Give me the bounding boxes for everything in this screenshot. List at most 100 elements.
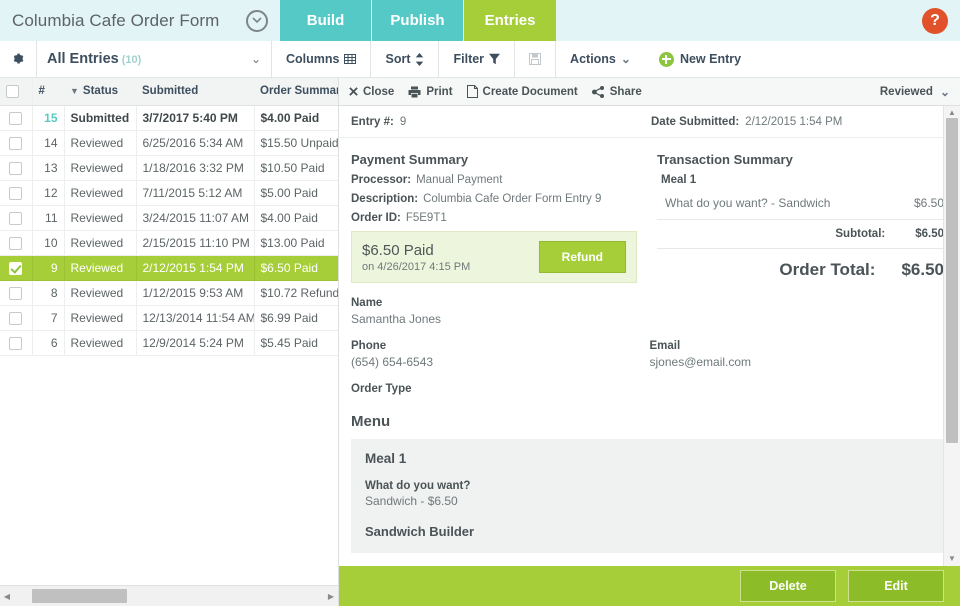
entry-number-field: Entry #: 9 [351,116,651,128]
row-checkbox-cell[interactable] [0,205,32,230]
row-checkbox-cell[interactable] [0,230,32,255]
row-submitted: 3/24/2015 11:07 AM [136,205,254,230]
refund-button[interactable]: Refund [539,241,626,273]
close-button[interactable]: Close [349,86,394,98]
tab-build[interactable]: Build [280,0,372,41]
menu-card: Meal 1 What do you want? Sandwich - $6.5… [351,439,948,553]
row-checkbox-cell[interactable] [0,180,32,205]
row-checkbox[interactable] [9,237,22,250]
row-checkbox[interactable] [9,337,22,350]
row-order-summary: $15.50 Unpaid [254,130,338,155]
triangle-left-icon[interactable]: ◀ [0,592,14,601]
email-label: Email [650,340,949,352]
row-order-summary: $6.99 Paid [254,305,338,330]
delete-button[interactable]: Delete [740,570,836,602]
table-row[interactable]: 14Reviewed6/25/2016 5:34 AM$15.50 Unpaid [0,130,338,155]
table-row[interactable]: 7Reviewed12/13/2014 11:54 AM$6.99 Paid [0,305,338,330]
row-number: 13 [32,155,64,180]
entry-detail-panel: Close Print Create Document [338,78,960,606]
entries-list-pane[interactable]: # ▼Status Submitted Order Summary 15Subm… [0,78,338,585]
close-label: Close [363,86,394,98]
table-row[interactable]: 13Reviewed1/18/2016 3:32 PM$10.50 Paid [0,155,338,180]
detail-vertical-scrollbar[interactable]: ▲ ▼ [943,106,960,566]
topbar-spacer [556,0,922,41]
row-submitted: 6/25/2016 5:34 AM [136,130,254,155]
row-order-summary: $4.00 Paid [254,105,338,130]
table-row[interactable]: 9Reviewed2/12/2015 1:54 PM$6.50 Paid [0,255,338,280]
table-row[interactable]: 10Reviewed2/15/2015 11:10 PM$13.00 Paid [0,230,338,255]
select-all-header[interactable] [0,78,32,105]
table-row[interactable]: 8Reviewed1/12/2015 9:53 AM$10.72 Refunde… [0,280,338,305]
row-checkbox[interactable] [9,212,22,225]
print-button[interactable]: Print [408,86,452,98]
row-checkbox-cell[interactable] [0,305,32,330]
chevron-down-circle-icon[interactable] [246,10,268,32]
table-row[interactable]: 15Submitted3/7/2017 5:40 PM$4.00 Paid [0,105,338,130]
description-label: Description: [351,193,418,205]
transaction-order-total: Order Total: $6.50 [657,249,948,280]
caret-down-icon: ▼ [70,86,79,96]
row-checkbox-cell[interactable] [0,255,32,280]
row-number: 11 [32,205,64,230]
help-icon[interactable]: ? [922,8,948,34]
row-checkbox[interactable] [9,162,22,175]
row-checkbox-cell[interactable] [0,280,32,305]
column-header-submitted[interactable]: Submitted [136,78,254,105]
row-checkbox[interactable] [9,287,22,300]
row-status: Submitted [64,105,136,130]
funnel-icon [489,53,500,65]
row-checkbox[interactable] [9,262,22,275]
entry-status-dropdown[interactable]: Reviewed ⌄ [880,85,950,99]
gear-icon[interactable] [0,41,36,77]
order-type-field: Order Type [351,383,948,395]
row-number: 8 [32,280,64,305]
table-row[interactable]: 12Reviewed7/11/2015 5:12 AM$5.00 Paid [0,180,338,205]
share-button[interactable]: Share [592,86,642,98]
row-submitted: 12/13/2014 11:54 AM [136,305,254,330]
row-checkbox[interactable] [9,112,22,125]
save-view-button[interactable] [515,41,556,77]
columns-button[interactable]: Columns [272,41,371,77]
vscroll-thumb[interactable] [946,118,958,443]
row-checkbox-cell[interactable] [0,105,32,130]
row-checkbox[interactable] [9,312,22,325]
view-selector[interactable]: All Entries(10) ⌄ [36,41,272,77]
entries-horizontal-scrollbar[interactable]: ◀ ▶ [0,585,338,606]
create-document-button[interactable]: Create Document [467,85,578,98]
hscroll-track[interactable] [14,586,324,606]
filter-button[interactable]: Filter [439,41,515,77]
row-checkbox-cell[interactable] [0,130,32,155]
hscroll-thumb[interactable] [32,589,127,603]
entry-number-value: 9 [400,116,406,128]
menu-meal-title: Meal 1 [365,451,934,466]
payment-summary-heading: Payment Summary [351,152,637,167]
row-checkbox[interactable] [9,137,22,150]
row-status: Reviewed [64,180,136,205]
column-header-status[interactable]: ▼Status [64,78,136,105]
select-all-checkbox[interactable] [6,85,19,98]
row-submitted: 1/18/2016 3:32 PM [136,155,254,180]
row-checkbox-cell[interactable] [0,155,32,180]
transaction-meal-label: Meal 1 [661,174,948,186]
entries-table: # ▼Status Submitted Order Summary 15Subm… [0,78,338,356]
tab-entries[interactable]: Entries [464,0,556,41]
table-row[interactable]: 6Reviewed12/9/2014 5:24 PM$5.45 Paid [0,330,338,355]
table-row[interactable]: 11Reviewed3/24/2015 11:07 AM$4.00 Paid [0,205,338,230]
column-header-order-summary[interactable]: Order Summary [254,78,338,105]
column-header-number[interactable]: # [32,78,64,105]
triangle-down-icon[interactable]: ▼ [944,552,960,566]
new-entry-button[interactable]: New Entry [645,41,755,77]
subtotal-amount: $6.50 [915,228,944,240]
sort-button[interactable]: Sort [371,41,439,77]
form-title-area: Columbia Cafe Order Form [0,0,280,41]
edit-button[interactable]: Edit [848,570,944,602]
row-submitted: 3/7/2017 5:40 PM [136,105,254,130]
row-number: 7 [32,305,64,330]
triangle-right-icon[interactable]: ▶ [324,592,338,601]
row-checkbox-cell[interactable] [0,330,32,355]
row-checkbox[interactable] [9,187,22,200]
actions-button[interactable]: Actions ⌄ [556,41,645,77]
actions-label: Actions [570,52,616,66]
page-title: Columbia Cafe Order Form [12,11,219,31]
tab-publish[interactable]: Publish [372,0,464,41]
